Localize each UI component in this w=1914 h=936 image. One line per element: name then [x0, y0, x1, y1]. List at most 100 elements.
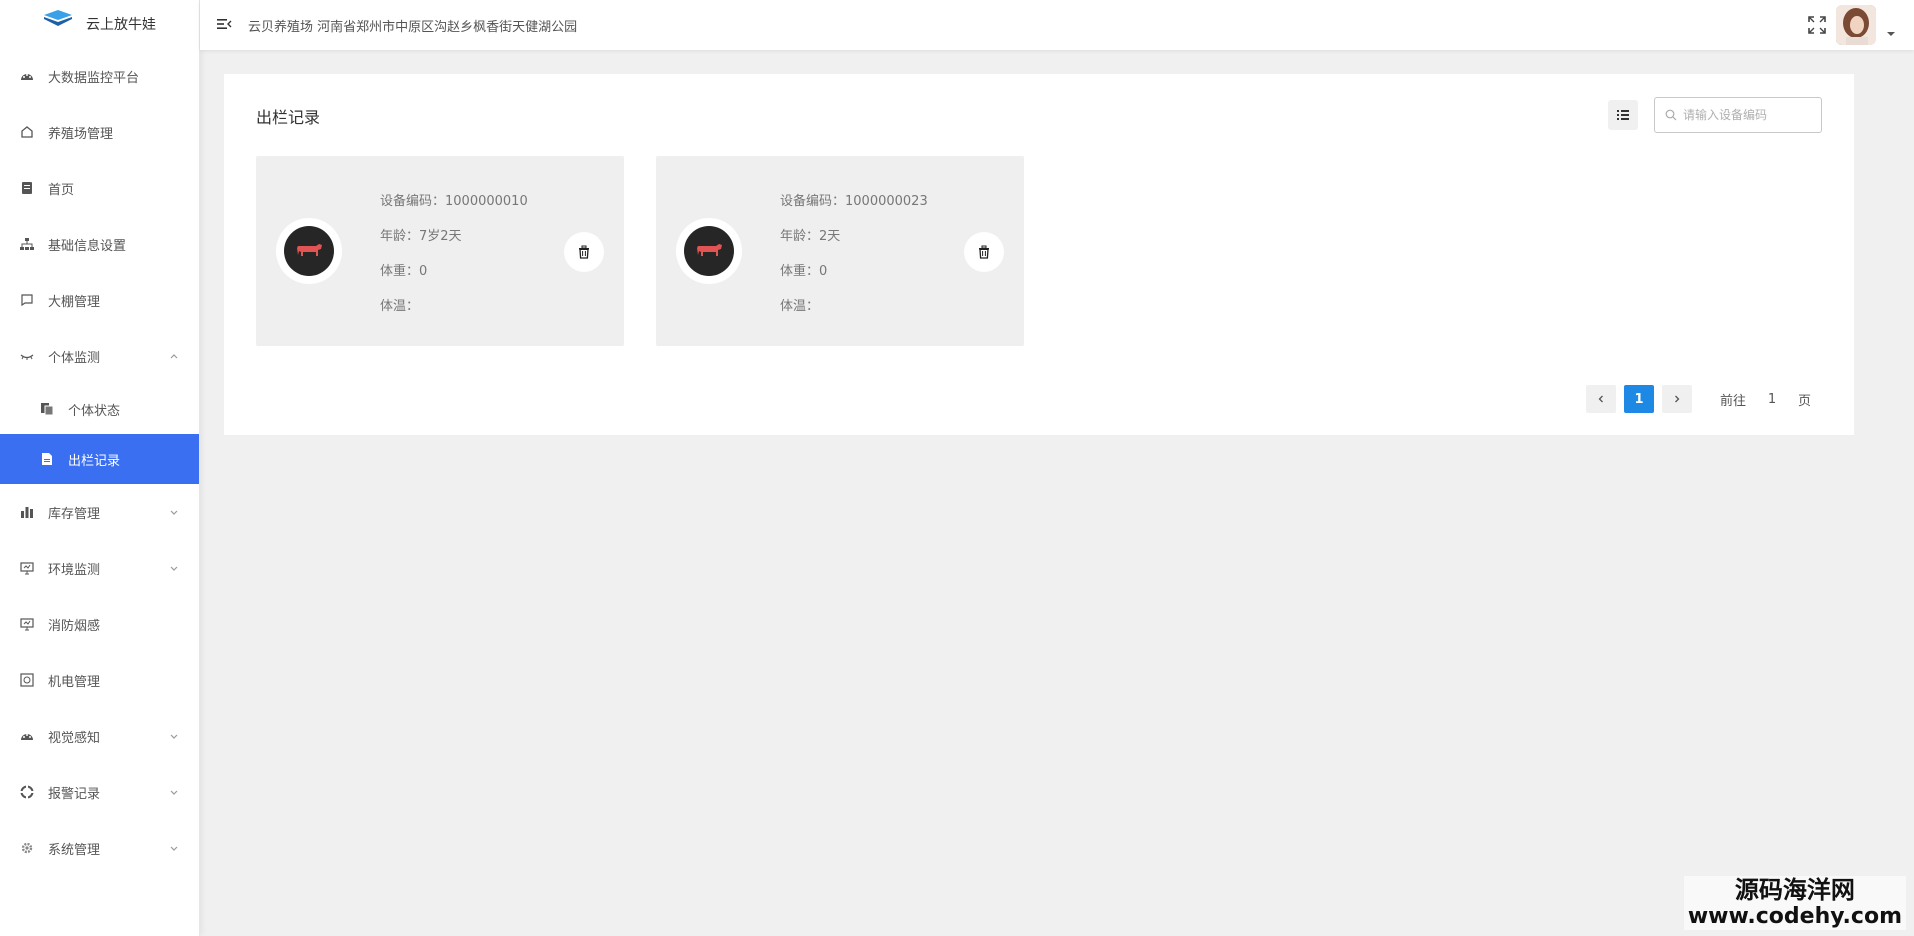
- sidebar-item-label: 出栏记录: [68, 453, 121, 469]
- page-title: 出栏记录: [256, 108, 321, 127]
- device-code-label: 设备编码：: [780, 194, 846, 209]
- target-icon: [20, 785, 34, 799]
- goto-page-input[interactable]: 1: [1752, 392, 1792, 407]
- fullscreen-icon[interactable]: [1808, 16, 1826, 34]
- cow-icon: [297, 244, 322, 256]
- weight-label: 体重：: [380, 264, 420, 279]
- gear-icon: [20, 841, 34, 855]
- device-code-line: 设备编码：1000000023: [780, 194, 928, 229]
- sidebar-item-vision[interactable]: 视觉感知: [0, 708, 199, 764]
- sidebar-item-fire-smoke[interactable]: 消防烟感: [0, 596, 199, 652]
- goto-suffix: 页: [1798, 393, 1812, 409]
- menu-fold-icon[interactable]: [216, 16, 232, 32]
- sidebar-item-label: 报警记录: [48, 786, 101, 802]
- chevron-down-icon: [170, 566, 178, 571]
- file-icon: [40, 452, 54, 466]
- hierarchy-icon: [20, 237, 34, 251]
- sidebar-menu-rest: 库存管理 环境监测 消防烟感 机电管理 视觉感知 报警记录 系统管理: [0, 484, 199, 876]
- sidebar-item-label: 大棚管理: [48, 294, 101, 310]
- record-card: 设备编码：1000000010 年龄：7岁2天 体重：0 体温：: [256, 156, 624, 346]
- sidebar-item-label: 消防烟感: [48, 618, 101, 634]
- sidebar-item-label: 环境监测: [48, 562, 101, 578]
- sidebar-item-label: 基础信息设置: [48, 238, 127, 254]
- chevron-down-icon: [170, 734, 178, 739]
- trash-icon: [579, 245, 589, 259]
- monitor-icon: [20, 561, 34, 575]
- list-view-button[interactable]: [1608, 100, 1638, 130]
- cow-avatar: [276, 218, 342, 284]
- card-info: 设备编码：1000000023 年龄：2天 体重：0 体温：: [780, 194, 928, 334]
- bar-chart-icon: [20, 505, 34, 519]
- card-info: 设备编码：1000000010 年龄：7岁2天 体重：0 体温：: [380, 194, 528, 334]
- cow-icon: [697, 244, 722, 256]
- next-page-button[interactable]: [1662, 385, 1692, 413]
- age-label: 年龄：: [780, 229, 820, 244]
- search-input[interactable]: [1683, 108, 1813, 122]
- sidebar-item-basic-settings[interactable]: 基础信息设置: [0, 216, 199, 272]
- caret-down-icon[interactable]: [1886, 30, 1896, 38]
- sidebar-item-label: 首页: [48, 182, 75, 198]
- document-icon: [20, 181, 34, 195]
- sidebar-item-label: 养殖场管理: [48, 126, 114, 142]
- breadcrumb: 云贝养殖场 河南省郑州市中原区沟赵乡枫香街天健湖公园: [248, 20, 578, 35]
- sidebar-item-individual-status[interactable]: 个体状态: [0, 384, 199, 434]
- temperature-line: 体温：: [380, 299, 528, 334]
- chevron-left-icon: [1598, 395, 1603, 403]
- farm-icon: [20, 125, 34, 139]
- sidebar-item-individual-monitor[interactable]: 个体监测: [0, 328, 199, 384]
- sidebar-item-environment[interactable]: 环境监测: [0, 540, 199, 596]
- chevron-right-icon: [1675, 395, 1680, 403]
- sidebar-item-inventory[interactable]: 库存管理: [0, 484, 199, 540]
- chevron-down-icon: [170, 846, 178, 851]
- copy-icon: [40, 402, 54, 416]
- sidebar: 云上放牛娃 大数据监控平台 养殖场管理 首页 基础信息设置 大棚管理 个体监测 …: [0, 0, 200, 936]
- sidebar-item-greenhouse[interactable]: 大棚管理: [0, 272, 199, 328]
- dashboard-icon: [20, 69, 34, 83]
- sidebar-item-label: 个体状态: [68, 403, 121, 419]
- search-icon: [1665, 109, 1677, 121]
- device-code-value: 1000000010: [445, 194, 528, 209]
- prev-page-button[interactable]: [1586, 385, 1616, 413]
- age-value: 2天: [819, 229, 841, 244]
- temperature-line: 体温：: [780, 299, 928, 334]
- sidebar-item-label: 视觉感知: [48, 730, 101, 746]
- age-label: 年龄：: [380, 229, 420, 244]
- brand[interactable]: 云上放牛娃: [0, 0, 199, 48]
- user-photo-icon: [1836, 5, 1876, 45]
- sidebar-item-home[interactable]: 首页: [0, 160, 199, 216]
- page-number-current[interactable]: 1: [1624, 385, 1654, 413]
- avatar[interactable]: [1836, 5, 1876, 45]
- sidebar-item-electromech[interactable]: 机电管理: [0, 652, 199, 708]
- pagination: 1 前往 1 页: [1586, 385, 1811, 413]
- chat-square-icon: [20, 293, 34, 307]
- top-header: 云贝养殖场 河南省郑州市中原区沟赵乡枫香街天健湖公园: [200, 0, 1914, 50]
- temperature-label: 体温：: [380, 299, 420, 314]
- sidebar-item-label: 大数据监控平台: [48, 70, 140, 86]
- sidebar-item-label: 个体监测: [48, 350, 101, 366]
- device-code-label: 设备编码：: [380, 194, 446, 209]
- monitor-icon: [20, 617, 34, 631]
- dashboard-icon: [20, 729, 34, 743]
- sidebar-item-bigdata[interactable]: 大数据监控平台: [0, 48, 199, 104]
- device-code-value: 1000000023: [845, 194, 928, 209]
- delete-button[interactable]: [964, 232, 1004, 272]
- trash-icon: [979, 245, 989, 259]
- delete-button[interactable]: [564, 232, 604, 272]
- chevron-up-icon: [170, 354, 178, 359]
- sidebar-item-outbound-records[interactable]: 出栏记录: [0, 434, 199, 484]
- eye-icon: [20, 349, 34, 363]
- weight-value: 0: [819, 264, 828, 279]
- sidebar-item-label: 系统管理: [48, 842, 101, 858]
- sidebar-item-farm[interactable]: 养殖场管理: [0, 104, 199, 160]
- sidebar-item-label: 库存管理: [48, 506, 101, 522]
- sidebar-item-alarms[interactable]: 报警记录: [0, 764, 199, 820]
- sidebar-item-system[interactable]: 系统管理: [0, 820, 199, 876]
- age-line: 年龄：7岁2天: [380, 229, 528, 264]
- age-line: 年龄：2天: [780, 229, 928, 264]
- weight-label: 体重：: [780, 264, 820, 279]
- search-box: [1654, 97, 1822, 133]
- brand-name: 云上放牛娃: [86, 17, 156, 33]
- weight-line: 体重：0: [380, 264, 528, 299]
- chevron-down-icon: [170, 510, 178, 515]
- watermark-line2: www.codehy.com: [1687, 904, 1902, 929]
